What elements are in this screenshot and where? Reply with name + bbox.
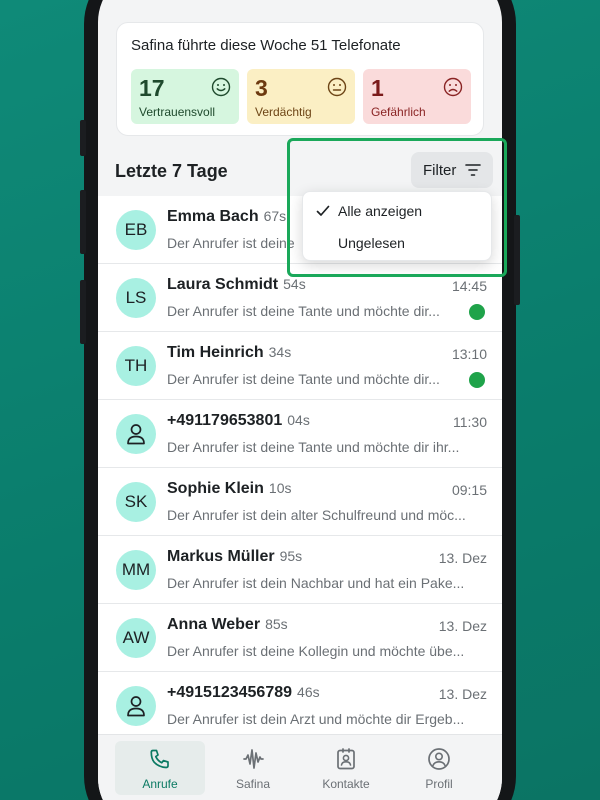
stat-trusted[interactable]: 17 Vertrauensvoll <box>131 69 239 124</box>
call-duration: 04s <box>287 412 310 428</box>
call-preview: Der Anrufer ist dein Nachbar und hat ein… <box>167 575 465 591</box>
stat-trusted-label: Vertrauensvoll <box>139 105 216 119</box>
unread-dot <box>469 372 485 388</box>
call-time: 13:10 <box>451 346 487 362</box>
call-preview: Der Anrufer ist dein Arzt und möchte dir… <box>167 711 465 727</box>
caller-name: Emma Bach <box>167 208 259 225</box>
caller-name-wrap: Tim Heinrich 34s <box>167 344 291 362</box>
tab-label: Anrufe <box>142 777 178 791</box>
unread-dot <box>469 304 485 320</box>
call-duration: 34s <box>268 344 292 360</box>
filter-highlight-frame <box>287 138 507 277</box>
call-time: 13. Dez <box>438 618 487 634</box>
stat-dangerous-label: Gefährlich <box>371 105 426 119</box>
person-icon <box>127 424 145 445</box>
caller-name: Anna Weber <box>167 616 261 633</box>
call-row[interactable]: +491179653801 04s 11:30 Der Anrufer ist d… <box>98 400 502 468</box>
call-time: 13. Dez <box>438 550 487 566</box>
call-duration: 54s <box>283 276 306 292</box>
tab-label: Safina <box>235 777 271 791</box>
bottom-tab-bar: Anrufe Safina Kontakte Profil <box>98 734 502 800</box>
caller-name-wrap: Markus Müller 95s <box>167 548 302 566</box>
call-duration: 85s <box>265 616 288 632</box>
call-preview: Der Anrufer ist deine Tante und möchte d… <box>167 371 440 387</box>
avatar: AW <box>116 618 156 658</box>
caller-name-wrap: Sophie Klein 10s <box>167 480 291 498</box>
phone-volume-down <box>80 280 86 344</box>
neutral-face-icon <box>327 77 347 97</box>
caller-name-wrap: Laura Schmidt 54s <box>167 276 306 294</box>
call-preview: Der Anrufer ist dein alter Schulfreund u… <box>167 507 466 523</box>
person-icon <box>127 696 145 717</box>
avatar <box>116 686 156 726</box>
avatar <box>116 414 156 454</box>
avatar: LS <box>116 278 156 318</box>
phone-power-button <box>514 215 520 305</box>
call-list: EB Emma Bach 67s Der Anrufer ist deine LS… <box>98 196 502 740</box>
caller-name: Markus Müller <box>167 548 275 565</box>
call-time: 11:30 <box>453 414 487 430</box>
call-duration: 67s <box>263 208 287 224</box>
caller-name: +491179653801 <box>167 412 283 429</box>
call-time: 09:15 <box>451 482 487 498</box>
call-duration: 95s <box>279 548 303 564</box>
weekly-stats-card: Safina führte diese Woche 51 Telefonate … <box>116 22 484 136</box>
call-row[interactable]: SK Sophie Klein 10s 09:15 Der Anrufer ist… <box>98 468 502 536</box>
caller-name: Tim Heinrich <box>167 344 264 361</box>
call-row[interactable]: AW Anna Weber 85s 13. Dez Der Anrufer ist… <box>98 604 502 672</box>
soundwave-icon <box>243 749 264 769</box>
stat-suspicious-value: 3 <box>255 75 268 101</box>
stat-suspicious[interactable]: 3 Verdächtig <box>247 69 355 124</box>
call-row[interactable]: MM Markus Müller 95s 13. Dez Der Anrufer … <box>98 536 502 604</box>
tab-safina[interactable]: Safina <box>208 741 298 795</box>
phone-icon <box>150 749 169 769</box>
caller-name: Laura Schmidt <box>167 276 279 293</box>
call-preview: Der Anrufer ist deine Kollegin und möcht… <box>167 643 465 659</box>
avatar: MM <box>116 550 156 590</box>
phone-volume-up <box>80 190 86 254</box>
call-preview: Der Anrufer ist deine Tante und möchte d… <box>167 439 460 455</box>
caller-name-wrap: +4915123456789 46s <box>167 684 320 702</box>
profile-icon <box>428 748 450 770</box>
tab-contacts[interactable]: Kontakte <box>301 741 391 795</box>
stat-trusted-value: 17 <box>139 75 165 101</box>
call-time: 13. Dez <box>438 686 487 702</box>
smile-icon <box>211 77 231 97</box>
section-title: Letzte 7 Tage <box>115 161 228 181</box>
call-row[interactable]: +4915123456789 46s 13. Dez Der Anrufer is… <box>98 672 502 740</box>
caller-name-wrap: Emma Bach 67s <box>167 208 286 226</box>
avatar: EB <box>116 210 156 250</box>
phone-side-button <box>80 120 86 156</box>
avatar: TH <box>116 346 156 386</box>
caller-name-wrap: Anna Weber 85s <box>167 616 288 634</box>
caller-name: Sophie Klein <box>167 480 264 497</box>
caller-name: +4915123456789 <box>167 684 293 701</box>
tab-label: Profil <box>425 777 453 791</box>
stat-dangerous[interactable]: 1 Gefährlich <box>363 69 471 124</box>
call-preview: Der Anrufer ist deine Tante und möchte d… <box>167 303 440 319</box>
app-screen: Safina führte diese Woche 51 Telefonate … <box>98 0 502 800</box>
stats-title: Safina führte diese Woche 51 Telefonate <box>131 37 401 54</box>
stat-suspicious-label: Verdächtig <box>255 105 312 119</box>
call-time: 14:45 <box>451 278 487 294</box>
call-duration: 10s <box>268 480 292 496</box>
call-duration: 46s <box>297 684 320 700</box>
tab-calls[interactable]: Anrufe <box>115 741 205 795</box>
stat-dangerous-value: 1 <box>371 75 384 101</box>
call-row[interactable]: TH Tim Heinrich 34s 13:10 Der Anrufer ist… <box>98 332 502 400</box>
tab-profile[interactable]: Profil <box>394 741 484 795</box>
avatar: SK <box>116 482 156 522</box>
caller-name-wrap: +491179653801 04s <box>167 412 310 430</box>
contacts-icon <box>337 748 355 770</box>
frown-icon <box>443 77 463 97</box>
tab-label: Kontakte <box>322 777 370 791</box>
